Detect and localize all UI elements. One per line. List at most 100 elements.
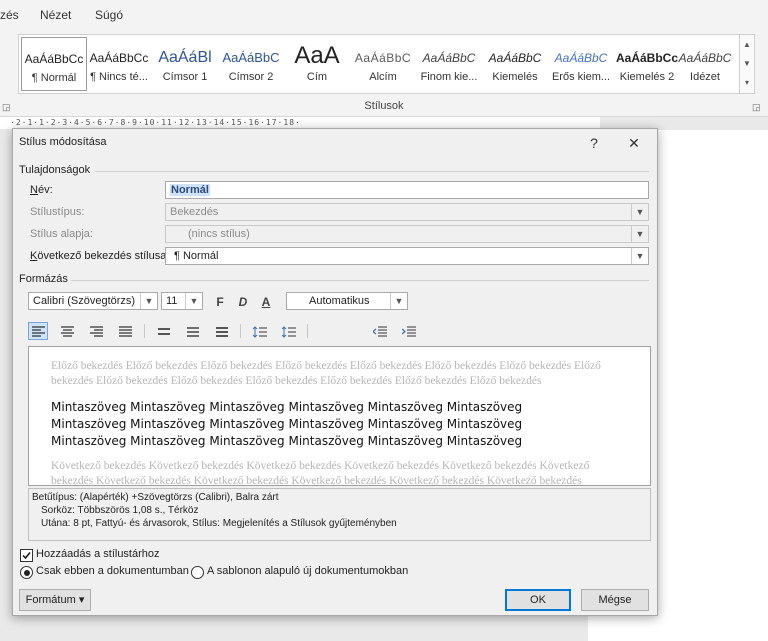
styles-launcher-icon[interactable]: ◲ [752, 102, 761, 113]
help-icon[interactable]: ? [581, 132, 607, 154]
style-sample: AaÁáBl [158, 49, 212, 66]
style-sample: AaÁáBbC [222, 50, 280, 65]
menu-item-view[interactable]: Nézet [40, 8, 71, 22]
gallery-scroll-up-icon[interactable]: ▲ [740, 35, 754, 54]
style-sample: AaÁáBbCc [89, 51, 149, 65]
style-name: Címsor 1 [162, 71, 208, 83]
format-button[interactable]: Formátum ▾ [19, 589, 91, 611]
increase-spacing-button[interactable] [249, 322, 269, 340]
style-tile-intense-emphasis[interactable]: AaÁáBbC Erős kiem... [549, 37, 613, 89]
style-name: Kiemelés [492, 71, 538, 83]
style-tile-subtitle[interactable]: AaÁáBbC Alcím [351, 37, 415, 89]
align-left-button[interactable] [28, 322, 48, 340]
style-type-value: Bekezdés [170, 206, 219, 218]
chevron-down-icon: ▼ [631, 226, 648, 242]
justify-icon [119, 326, 132, 337]
add-to-gallery-checkbox[interactable] [20, 549, 33, 562]
style-name: Címsor 2 [228, 71, 274, 83]
toolbar-separator [240, 324, 241, 338]
formatting-heading: Formázás [19, 273, 68, 285]
one-half-spacing-button[interactable] [182, 322, 202, 340]
underline-button[interactable]: A [258, 294, 274, 310]
style-sample: AaÁáBbCc [615, 51, 678, 65]
italic-button[interactable]: D [235, 294, 251, 310]
single-spacing-button[interactable] [153, 322, 173, 340]
name-input-value: Normál [170, 184, 210, 196]
cancel-button[interactable]: Mégse [581, 589, 649, 611]
increase-indent-button[interactable] [398, 322, 418, 340]
gallery-scroll-down-icon[interactable]: ▼ [740, 54, 754, 73]
checkmark-icon [22, 552, 31, 560]
style-type-select: Bekezdés ▼ [165, 203, 649, 221]
paragraph-launcher-icon[interactable]: ◲ [2, 102, 11, 113]
menu-item-help[interactable]: Súgó [95, 8, 123, 22]
gallery-more-icon[interactable]: ▾ [740, 73, 754, 92]
font-size-value: 11 [166, 295, 178, 307]
based-on-value: (nincs stílus) [188, 228, 250, 240]
ok-button[interactable]: OK [505, 589, 571, 611]
double-spacing-button[interactable] [211, 322, 231, 340]
chevron-down-icon: ▼ [631, 204, 648, 220]
name-input[interactable]: Normál [165, 181, 649, 199]
align-right-icon [90, 326, 103, 337]
style-preview: Előző bekezdés Előző bekezdés Előző beke… [28, 346, 651, 486]
style-tile-emphasis[interactable]: AaÁáBbC Kiemelés [483, 37, 547, 89]
align-center-icon [61, 326, 74, 337]
decrease-indent-button[interactable] [369, 322, 389, 340]
doc-only-radio[interactable] [20, 566, 33, 579]
style-tile-heading1[interactable]: AaÁáBl Címsor 1 [153, 37, 217, 89]
font-size-select[interactable]: 11 ▼ [161, 292, 203, 310]
style-name: Cím [306, 71, 328, 83]
font-value: Calibri (Szövegtörzs) [33, 295, 136, 307]
close-icon[interactable]: ✕ [621, 132, 647, 154]
template-label[interactable]: A sablonon alapuló új dokumentumokban [207, 565, 408, 577]
styles-group-label: Stílusok [364, 100, 404, 112]
next-style-label: Következő bekezdés stílusa: [30, 250, 169, 262]
double-spacing-icon [216, 327, 228, 337]
description-line-3: Utána: 8 pt, Fattyú- és árvasorok, Stílu… [41, 518, 397, 529]
style-description: Betűtípus: (Alapérték) +Szövegtörzs (Cal… [28, 488, 651, 541]
style-sample: AaÁáBbC [678, 51, 732, 65]
template-radio[interactable] [191, 566, 204, 579]
style-tile-emphasis2[interactable]: AaÁáBbCc Kiemelés 2 [615, 37, 679, 89]
font-color-select[interactable]: Automatikus ▼ [286, 292, 408, 310]
bold-button[interactable]: F [212, 294, 228, 310]
style-tile-quote[interactable]: AaÁáBbC Idézet [673, 37, 737, 89]
menu-item-view-partial[interactable]: zés [0, 8, 19, 22]
name-label: Név: [30, 184, 53, 196]
style-sample: AaÁáBbC [488, 51, 542, 65]
next-style-value: ¶ Normál [174, 250, 219, 262]
section-divider [71, 280, 649, 281]
preview-previous-paragraph: Előző bekezdés Előző bekezdés Előző beke… [51, 360, 601, 387]
chevron-down-icon[interactable]: ▼ [390, 293, 407, 309]
radio-dot [23, 569, 30, 576]
next-style-select[interactable]: ¶ Normál ▼ [165, 247, 649, 265]
chevron-down-icon[interactable]: ▼ [631, 248, 648, 264]
based-on-select: (nincs stílus) ▼ [165, 225, 649, 243]
justify-button[interactable] [115, 322, 135, 340]
style-name: Kiemelés 2 [619, 71, 675, 83]
ribbon: AaÁáBbCc ¶ Normál AaÁáBbCc ¶ Nincs té...… [0, 30, 768, 117]
chevron-down-icon[interactable]: ▼ [185, 293, 202, 309]
doc-only-label[interactable]: Csak ebben a dokumentumban [36, 565, 189, 577]
style-name: Idézet [690, 71, 720, 83]
font-select[interactable]: Calibri (Szövegtörzs) ▼ [28, 292, 158, 310]
dialog-title: Stílus módosítása [19, 136, 107, 148]
style-tile-heading2[interactable]: AaÁáBbC Címsor 2 [219, 37, 283, 89]
style-tile-normal[interactable]: AaÁáBbCc ¶ Normál [21, 37, 87, 91]
toolbar-separator [144, 324, 145, 338]
style-sample: AaÁáBbC [422, 51, 476, 65]
decrease-indent-icon [373, 326, 387, 337]
style-tile-no-spacing[interactable]: AaÁáBbCc ¶ Nincs té... [87, 37, 151, 89]
style-tile-title[interactable]: AaA Cím [285, 37, 349, 89]
chevron-down-icon[interactable]: ▼ [140, 293, 157, 309]
add-to-gallery-label[interactable]: Hozzáadás a stílustárhoz [36, 548, 160, 560]
next-style-label-text: övetkező bekezdés stílusa: [37, 250, 170, 262]
align-right-button[interactable] [86, 322, 106, 340]
style-tile-subtle-emphasis[interactable]: AaÁáBbC Finom kie... [417, 37, 481, 89]
style-sample: AaA [294, 42, 340, 69]
gallery-scroll: ▲ ▼ ▾ [739, 34, 755, 94]
decrease-spacing-button[interactable] [278, 322, 298, 340]
align-center-button[interactable] [57, 322, 77, 340]
menu-bar: zés Nézet Súgó [0, 0, 768, 30]
